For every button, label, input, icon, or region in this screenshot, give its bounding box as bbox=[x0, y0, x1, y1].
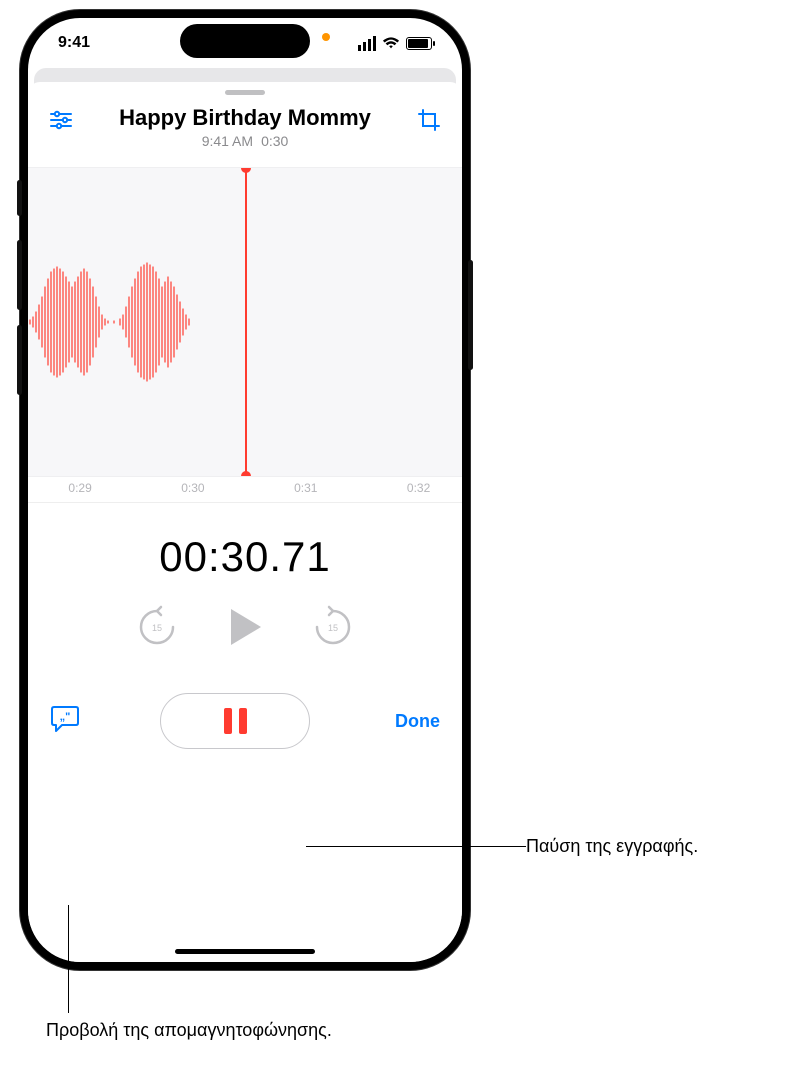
svg-text:„": „" bbox=[60, 711, 71, 723]
time-mark: 0:30 bbox=[181, 481, 204, 495]
status-bar: 9:41 bbox=[28, 18, 462, 68]
play-button[interactable] bbox=[227, 607, 263, 647]
playhead[interactable] bbox=[245, 168, 247, 476]
callout-label: Παύση της εγγραφής. bbox=[526, 836, 698, 856]
volume-down-button bbox=[17, 325, 22, 395]
recording-title[interactable]: Happy Birthday Mommy bbox=[76, 105, 414, 131]
transport-controls: 15 15 bbox=[28, 605, 462, 649]
time-mark: 0:31 bbox=[294, 481, 317, 495]
recording-subtitle: 9:41 AM 0:30 bbox=[76, 133, 414, 149]
cellular-icon bbox=[358, 36, 376, 51]
status-time: 9:41 bbox=[58, 34, 90, 52]
svg-text:15: 15 bbox=[152, 623, 162, 633]
pause-icon bbox=[224, 708, 247, 734]
elapsed-time: 00:30.71 bbox=[28, 533, 462, 581]
power-button bbox=[468, 260, 473, 370]
battery-icon bbox=[406, 37, 432, 50]
recording-duration: 0:30 bbox=[261, 133, 288, 149]
recording-timestamp: 9:41 AM bbox=[202, 133, 253, 149]
side-button bbox=[17, 180, 22, 216]
recording-sheet: Happy Birthday Mommy 9:41 AM 0:30 bbox=[28, 82, 462, 962]
status-right bbox=[358, 36, 432, 51]
settings-icon[interactable] bbox=[46, 105, 76, 135]
time-mark: 0:29 bbox=[68, 481, 91, 495]
crop-icon[interactable] bbox=[414, 105, 444, 135]
dynamic-island bbox=[180, 24, 310, 58]
skip-back-button[interactable]: 15 bbox=[137, 605, 177, 649]
svg-text:15: 15 bbox=[328, 623, 338, 633]
waveform-area[interactable] bbox=[28, 167, 462, 477]
transcript-button[interactable]: „" bbox=[50, 705, 80, 738]
wifi-icon bbox=[382, 36, 400, 50]
skip-forward-button[interactable]: 15 bbox=[313, 605, 353, 649]
waveform-graphic bbox=[28, 257, 248, 387]
callout-transcript: Προβολή της απομαγνητοφώνησης. bbox=[46, 1020, 332, 1041]
home-indicator[interactable] bbox=[175, 949, 315, 954]
sheet-grabber[interactable] bbox=[225, 90, 265, 95]
done-button[interactable]: Done bbox=[390, 711, 440, 732]
time-mark: 0:32 bbox=[407, 481, 430, 495]
screen: 9:41 Happy Birthday Mommy 9:41 AM 0:30 bbox=[28, 18, 462, 962]
timeline-ruler[interactable]: 0:29 0:30 0:31 0:32 bbox=[28, 477, 462, 503]
callout-label: Προβολή της απομαγνητοφώνησης. bbox=[46, 1020, 332, 1040]
pause-button[interactable] bbox=[160, 693, 310, 749]
callout-pause: Παύση της εγγραφής. bbox=[526, 836, 698, 857]
volume-up-button bbox=[17, 240, 22, 310]
phone-frame: 9:41 Happy Birthday Mommy 9:41 AM 0:30 bbox=[20, 10, 470, 970]
